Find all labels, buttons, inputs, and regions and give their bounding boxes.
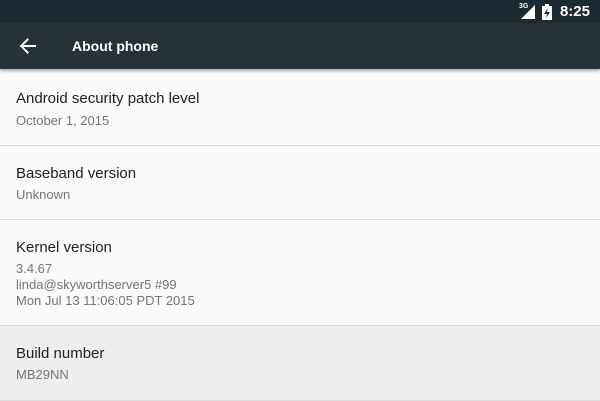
settings-list: Android security patch level October 1, … (0, 69, 600, 401)
back-button[interactable] (12, 30, 44, 62)
item-title: Baseband version (16, 165, 137, 182)
item-subtitle: Mon Jul 13 11:06:05 PDT 2015 (16, 293, 195, 308)
item-title: Kernel version (16, 239, 112, 256)
list-item-build-number[interactable]: Build number MB29NN (0, 326, 600, 401)
status-bar: 3G 8:25 (0, 0, 600, 23)
item-subtitle: MB29NN (16, 367, 69, 382)
status-icons: 3G 8:25 (519, 0, 590, 23)
item-subtitle: Unknown (16, 187, 71, 202)
item-subtitle: linda@skyworthserver5 #99 (16, 277, 177, 292)
clock: 8:25 (559, 3, 590, 20)
battery-icon (541, 3, 552, 20)
list-item-baseband-version[interactable]: Baseband version Unknown (0, 146, 600, 220)
item-title: Android security patch level (16, 90, 200, 107)
item-subtitle: 3.4.67 (16, 261, 53, 276)
signal-icon: 3G (519, 3, 536, 20)
toolbar: About phone (0, 23, 600, 69)
list-item-kernel-version[interactable]: Kernel version 3.4.67 linda@skyworthserv… (0, 220, 600, 326)
item-subtitle: October 1, 2015 (16, 113, 110, 128)
page-title: About phone (72, 38, 159, 54)
arrow-back-icon (19, 38, 36, 54)
list-item-security-patch[interactable]: Android security patch level October 1, … (0, 69, 600, 146)
item-title: Build number (16, 345, 105, 362)
